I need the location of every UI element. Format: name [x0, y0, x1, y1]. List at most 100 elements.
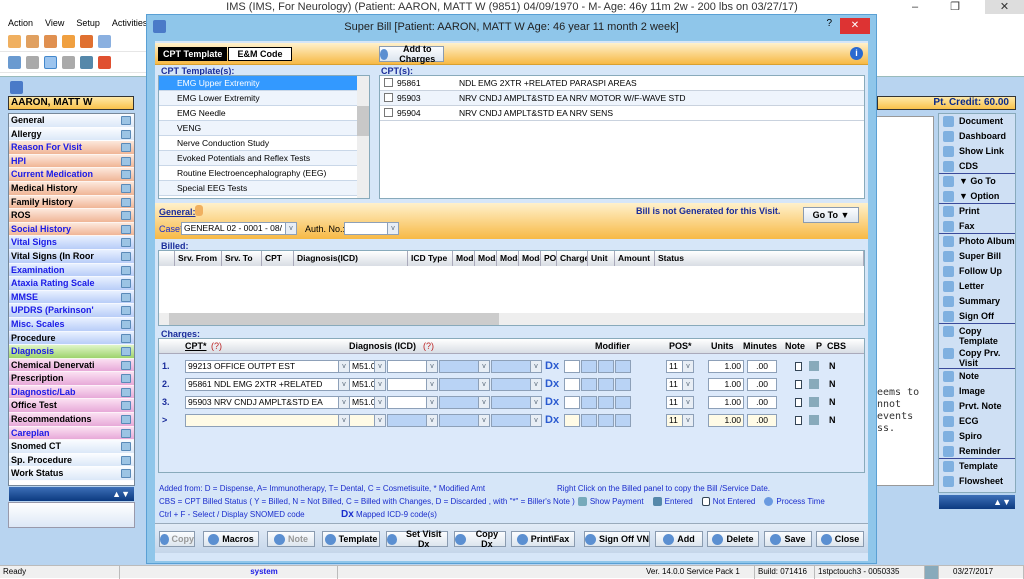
print-fax-button[interactable]: Print\Fax	[511, 531, 575, 547]
user-check-icon[interactable]	[44, 35, 57, 48]
delete-button[interactable]: Delete	[707, 531, 759, 547]
dx-help-link[interactable]: (?)	[423, 341, 434, 351]
billed-col-header[interactable]: Mod2	[475, 251, 497, 266]
patient-icon[interactable]	[8, 35, 21, 48]
cpt-checkbox[interactable]	[384, 93, 393, 102]
dx-button[interactable]: Dx	[545, 378, 559, 390]
icd-select-4[interactable]: v	[491, 360, 542, 373]
action-item[interactable]: CDS	[939, 159, 1015, 174]
template-item[interactable]: Routine Electroencephalography (EEG)	[159, 166, 357, 181]
action-item[interactable]: Summary	[939, 294, 1015, 309]
action-item[interactable]: Super Bill	[939, 249, 1015, 264]
payment-icon[interactable]	[809, 361, 819, 371]
note-icon[interactable]	[795, 398, 802, 407]
action-item[interactable]: Copy Prv. Visit	[939, 346, 1015, 369]
sidebar-item[interactable]: HPI	[9, 154, 134, 169]
action-item[interactable]: Photo Album	[939, 234, 1015, 249]
menu-view[interactable]: View	[45, 15, 64, 31]
sidebar-item[interactable]: Allergy	[9, 127, 134, 142]
note-icon[interactable]	[121, 306, 131, 316]
sidebar-item[interactable]: Diagnostic/Lab	[9, 385, 134, 400]
sidebar-item[interactable]: Careplan	[9, 426, 134, 441]
sidebar-item[interactable]: Procedure	[9, 331, 134, 346]
billed-col-header[interactable]: Status	[655, 251, 864, 266]
cpt-checkbox[interactable]	[384, 78, 393, 87]
sidebar-item[interactable]: Vital Signs (In Roor	[9, 249, 134, 264]
pos-select[interactable]: 11 v	[666, 396, 694, 409]
action-item[interactable]: Prvt. Note	[939, 399, 1015, 414]
billed-table[interactable]: Srv. From Srv. To CPT Diagnosis(ICD) ICD Typ…	[158, 250, 865, 326]
note-icon[interactable]	[121, 319, 131, 329]
dx-button[interactable]: Dx	[545, 396, 559, 408]
template-button[interactable]: Template	[322, 531, 380, 547]
note-icon[interactable]	[121, 116, 131, 125]
copy-dx-button[interactable]: Copy Dx	[454, 529, 506, 549]
sidebar-item[interactable]: MMSE	[9, 290, 134, 305]
pos-select[interactable]: 11 v	[666, 360, 694, 373]
action-item[interactable]: Template	[939, 459, 1015, 474]
open-icon[interactable]	[8, 56, 21, 69]
billed-col-header[interactable]: POS	[541, 251, 557, 266]
note-icon[interactable]	[121, 428, 131, 438]
billed-col-header[interactable]: CPT	[262, 251, 294, 266]
note-icon[interactable]	[121, 183, 131, 193]
modifier-field[interactable]	[564, 396, 580, 409]
modifier-field[interactable]	[581, 414, 597, 427]
template-item[interactable]: Nerve Conduction Study	[159, 136, 357, 151]
copy-button[interactable]: Copy	[159, 531, 195, 547]
template-list-scrollbar[interactable]	[357, 76, 369, 198]
modifier-field[interactable]	[615, 360, 631, 373]
save-button[interactable]: Save	[764, 531, 812, 547]
note-icon[interactable]	[121, 347, 131, 357]
cpt-select[interactable]: v	[185, 414, 350, 427]
billed-col-header[interactable]: Srv. From	[175, 251, 222, 266]
sidebar-item[interactable]: Social History	[9, 222, 134, 237]
close-button[interactable]: Close	[816, 531, 864, 547]
minutes-stepper[interactable]: .00	[747, 360, 777, 373]
units-field[interactable]: 1.00	[708, 414, 744, 427]
note-icon[interactable]	[121, 387, 131, 397]
note-icon[interactable]	[795, 362, 802, 371]
sidebar-item[interactable]: UPDRS (Parkinson'	[9, 304, 134, 318]
action-item[interactable]: Reminder	[939, 444, 1015, 459]
note-icon[interactable]	[121, 415, 131, 425]
modifier-field[interactable]	[598, 378, 614, 391]
pos-select[interactable]: 11 v	[666, 414, 694, 427]
payment-icon[interactable]	[809, 379, 819, 389]
restore-button[interactable]: ❐	[940, 0, 970, 14]
modifier-field[interactable]	[581, 360, 597, 373]
modifier-field[interactable]	[615, 378, 631, 391]
sidebar-item[interactable]: Misc. Scales	[9, 317, 134, 332]
sidebar-item[interactable]: Snomed CT	[9, 440, 134, 454]
close-app-button[interactable]: ✕	[985, 0, 1024, 14]
cpt-checkbox[interactable]	[384, 108, 393, 117]
action-item[interactable]: Show Link	[939, 144, 1015, 159]
action-item[interactable]: Document	[939, 114, 1015, 129]
menu-activities[interactable]: Activities	[112, 15, 148, 31]
edit-icon[interactable]	[80, 35, 93, 48]
note-icon[interactable]	[121, 238, 131, 248]
sidebar-item[interactable]: Reason For Visit	[9, 141, 134, 155]
action-item[interactable]: Sign Off	[939, 309, 1015, 324]
note-icon[interactable]	[121, 374, 131, 384]
sidebar-item[interactable]: Recommendations	[9, 413, 134, 427]
add-icon[interactable]	[26, 56, 39, 69]
macros-button[interactable]: Macros	[203, 531, 259, 547]
icd-select-1[interactable]: M51.06 v	[349, 396, 386, 409]
note-icon[interactable]	[121, 279, 131, 289]
action-item[interactable]: ▼ Go To	[939, 174, 1015, 189]
billed-col-header[interactable]: Unit	[588, 251, 615, 266]
modifier-field[interactable]	[564, 378, 580, 391]
sidebar-item[interactable]: Sp. Procedure	[9, 453, 134, 468]
cpt-item[interactable]: 95903 NRV CNDJ AMPLT&STD EA NRV MOTOR W/F…	[380, 91, 864, 106]
note-icon[interactable]	[795, 416, 802, 425]
billed-col-header[interactable]: Charge	[557, 251, 588, 266]
note-icon[interactable]	[121, 224, 131, 234]
billed-col-header[interactable]	[159, 251, 175, 266]
sidebar-item[interactable]: Ataxia Rating Scale	[9, 277, 134, 291]
tab-cpt-template[interactable]: CPT Template	[158, 47, 228, 61]
action-item[interactable]: Fax	[939, 219, 1015, 234]
modifier-field[interactable]	[598, 414, 614, 427]
note-icon[interactable]	[795, 380, 802, 389]
go-to-button[interactable]: Go To ▼	[803, 207, 859, 223]
